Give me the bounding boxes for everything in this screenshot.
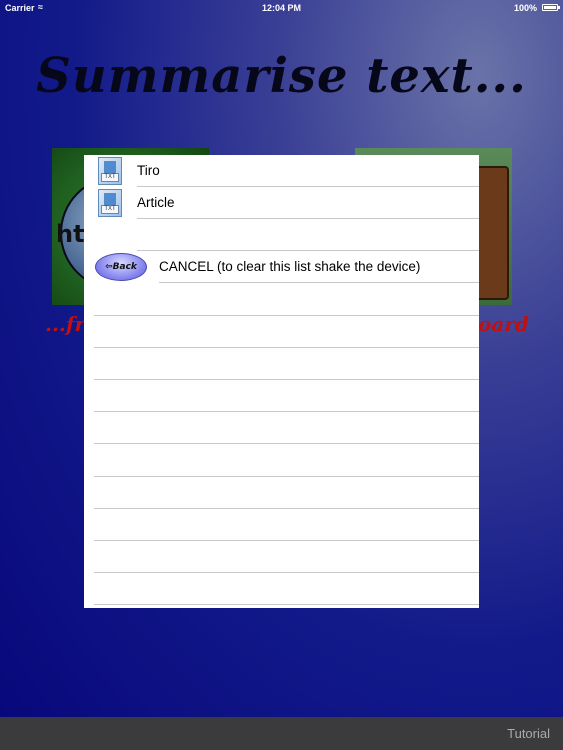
battery-percentage: 100% — [513, 3, 537, 13]
status-bar: Carrier ≈ 12:04 PM 100% — [0, 0, 563, 16]
empty-row — [84, 573, 479, 605]
empty-row — [84, 509, 479, 541]
list-item-article[interactable]: TXT Article — [84, 187, 479, 219]
empty-row — [84, 316, 479, 348]
page-title: Summarise text... — [36, 48, 527, 104]
battery-icon — [542, 4, 558, 11]
tutorial-button[interactable]: Tutorial — [507, 726, 550, 741]
list-item-empty — [84, 219, 479, 251]
empty-row — [84, 412, 479, 444]
empty-row — [84, 284, 479, 316]
status-time: 12:04 PM — [261, 3, 302, 13]
recent-files-popover: TXT Tiro TXT Article ⇦Back CANCEL (to cl… — [84, 155, 479, 608]
empty-row — [84, 445, 479, 477]
txt-file-icon: TXT — [98, 157, 122, 185]
list-item-tiro[interactable]: TXT Tiro — [84, 155, 479, 187]
bottom-toolbar: Tutorial — [0, 717, 563, 750]
empty-row — [84, 541, 479, 573]
empty-row — [84, 477, 479, 509]
battery-tip — [558, 6, 560, 9]
list-item-label: Article — [137, 195, 175, 210]
cancel-label: CANCEL (to clear this list shake the dev… — [159, 259, 421, 274]
cancel-row[interactable]: ⇦Back CANCEL (to clear this list shake t… — [84, 251, 479, 283]
txt-file-icon: TXT — [98, 189, 122, 217]
empty-row — [84, 380, 479, 412]
back-button[interactable]: ⇦Back — [95, 253, 147, 281]
right-caption: oard — [478, 312, 529, 336]
list-item-label: Tiro — [137, 163, 160, 178]
empty-row — [84, 348, 479, 380]
